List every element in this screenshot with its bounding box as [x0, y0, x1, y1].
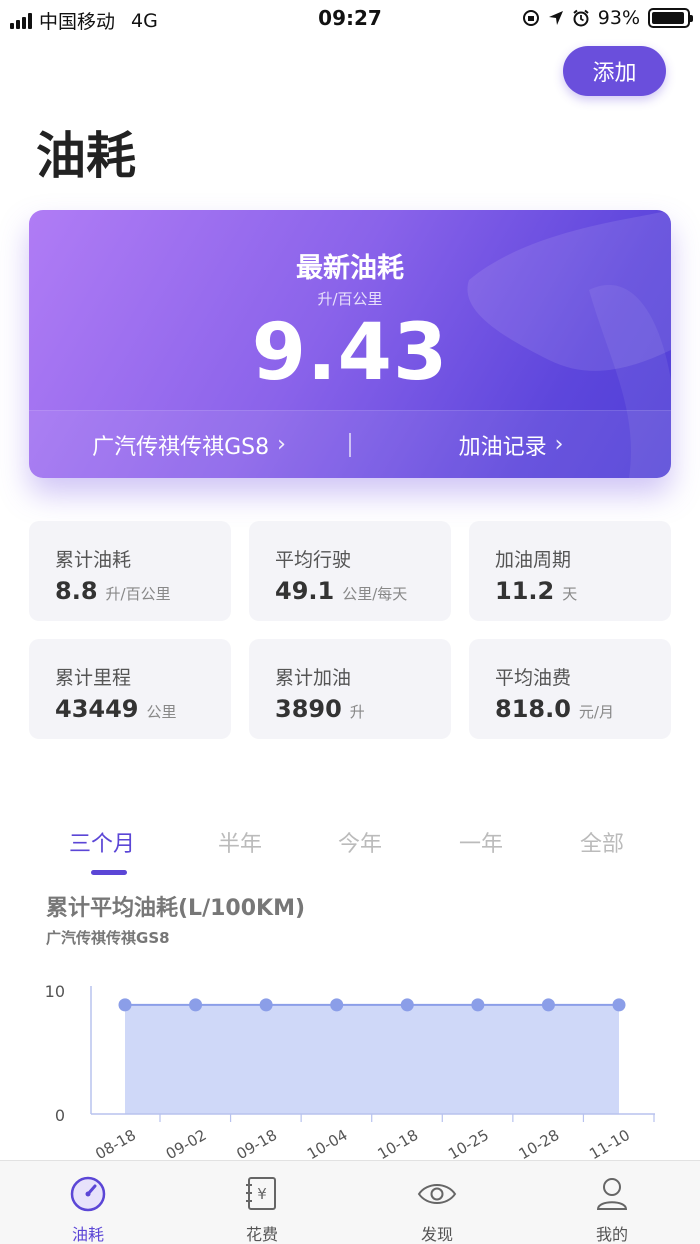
y-tick-label: 10: [45, 982, 65, 1001]
nav-expense[interactable]: ¥ 花费: [202, 1161, 322, 1244]
nav-discover-label: 发现: [420, 1225, 453, 1244]
chart-title: 累计平均油耗(L/100KM): [46, 896, 306, 921]
gauge-icon: [68, 1175, 108, 1213]
battery-percent: 93%: [597, 7, 640, 29]
chart-data-point: [541, 998, 555, 1012]
stat-card-total-consumption[interactable]: 累计油耗 8.8 升/百公里: [29, 521, 231, 621]
nav-fuel[interactable]: 油耗: [28, 1161, 148, 1244]
yen-book-icon: ¥: [242, 1175, 282, 1213]
battery-level: [652, 12, 684, 24]
stat-label: 累计油耗: [55, 549, 132, 571]
chart-subtitle: 广汽传祺传祺GS8: [46, 929, 170, 947]
nav-profile-label: 我的: [595, 1225, 628, 1244]
status-right: 93%: [522, 7, 693, 29]
chevron-right-icon: ›: [277, 432, 286, 457]
stat-label: 平均油费: [495, 667, 572, 689]
y-tick-label: 0: [55, 1106, 65, 1125]
stat-card-avg-daily-distance[interactable]: 平均行驶 49.1 公里/每天: [249, 521, 451, 621]
rotation-lock-icon: [522, 10, 539, 26]
stat-card-refuel-cycle[interactable]: 加油周期 11.2 天: [469, 521, 671, 621]
tab-three-months[interactable]: 三个月: [69, 826, 135, 858]
chart-data-point: [471, 998, 485, 1012]
refuel-record-link[interactable]: 加油记录 ›: [351, 429, 671, 461]
user-icon: [592, 1175, 632, 1213]
stat-value: 11.2: [495, 577, 555, 605]
tab-half-year[interactable]: 半年: [218, 826, 262, 858]
stat-unit: 公里: [146, 703, 177, 721]
chart-data-point: [612, 998, 626, 1012]
chart-area-layer: [125, 1003, 619, 1114]
alarm-icon: [573, 9, 589, 27]
refuel-record-label: 加油记录: [458, 434, 547, 460]
chart-data-point: [400, 998, 414, 1012]
x-tick-label: 11-10: [586, 1126, 633, 1160]
status-bar: 中国移动 4G 09:27 93%: [0, 0, 700, 36]
consumption-chart: 0 10 08-18 09-02 09-18 10-04 10-18 10-25 10-28 11…: [45, 982, 655, 1160]
card-footer: 广汽传祺传祺GS8 › 加油记录 ›: [29, 410, 671, 478]
chart-data-point: [259, 998, 273, 1012]
page-title: 油耗: [36, 127, 136, 185]
stat-value: 8.8: [55, 577, 98, 605]
x-tick-label: 09-18: [233, 1126, 280, 1160]
svg-text:¥: ¥: [257, 1185, 267, 1203]
add-button[interactable]: 添加: [563, 46, 666, 96]
x-tick-label: 10-28: [516, 1126, 563, 1160]
eye-icon: [417, 1175, 457, 1213]
stat-label: 平均行驶: [275, 549, 352, 571]
nav-discover[interactable]: 发现: [377, 1161, 497, 1244]
stat-value: 43449: [55, 695, 139, 723]
battery-icon: [648, 8, 693, 28]
x-tick-label: 08-18: [92, 1126, 139, 1160]
stat-value: 818.0: [495, 695, 571, 723]
tab-all[interactable]: 全部: [580, 826, 624, 858]
location-icon: [548, 11, 563, 25]
latest-consumption-card: 最新油耗 升/百公里 9.43 广汽传祺传祺GS8 › 加油记录 ›: [29, 210, 671, 478]
chart-data-point: [118, 998, 132, 1012]
bottom-tab-bar: 油耗 ¥ 花费 发现 我的: [0, 1160, 700, 1244]
latest-consumption-unit: 升/百公里: [317, 290, 383, 308]
nav-fuel-label: 油耗: [71, 1225, 104, 1244]
x-tick-label: 10-25: [445, 1126, 492, 1160]
stat-label: 累计里程: [55, 667, 132, 689]
stat-value: 3890: [275, 695, 342, 723]
stat-unit: 元/月: [578, 703, 614, 721]
stat-card-avg-fuel-cost[interactable]: 平均油费 818.0 元/月: [469, 639, 671, 739]
x-tick-label: 09-02: [163, 1126, 210, 1160]
car-model-label: 广汽传祺传祺GS8: [92, 434, 270, 460]
stat-unit: 升/百公里: [105, 585, 171, 603]
active-tab-indicator: [91, 870, 127, 875]
stat-card-total-fuel[interactable]: 累计加油 3890 升: [249, 639, 451, 739]
car-model-link[interactable]: 广汽传祺传祺GS8 ›: [29, 429, 349, 461]
x-tick-label: 10-18: [375, 1126, 422, 1160]
stat-unit: 天: [562, 585, 578, 603]
nav-expense-label: 花费: [245, 1225, 278, 1244]
tab-this-year[interactable]: 今年: [338, 826, 382, 858]
chart-data-point: [189, 998, 203, 1012]
nav-profile[interactable]: 我的: [552, 1161, 672, 1244]
stat-card-total-mileage[interactable]: 累计里程 43449 公里: [29, 639, 231, 739]
chevron-right-icon: ›: [554, 432, 564, 457]
chart-data-point: [330, 998, 344, 1012]
stat-label: 累计加油: [275, 667, 352, 689]
stat-value: 49.1: [275, 577, 335, 605]
chart-area-fill: [125, 1004, 619, 1114]
stat-unit: 升: [349, 703, 365, 721]
stat-unit: 公里/每天: [342, 585, 408, 603]
x-tick-label: 10-04: [304, 1126, 351, 1160]
tab-one-year[interactable]: 一年: [459, 826, 503, 858]
latest-consumption-value: 9.43: [251, 308, 449, 398]
stat-label: 加油周期: [495, 549, 572, 571]
latest-consumption-title: 最新油耗: [296, 253, 404, 284]
